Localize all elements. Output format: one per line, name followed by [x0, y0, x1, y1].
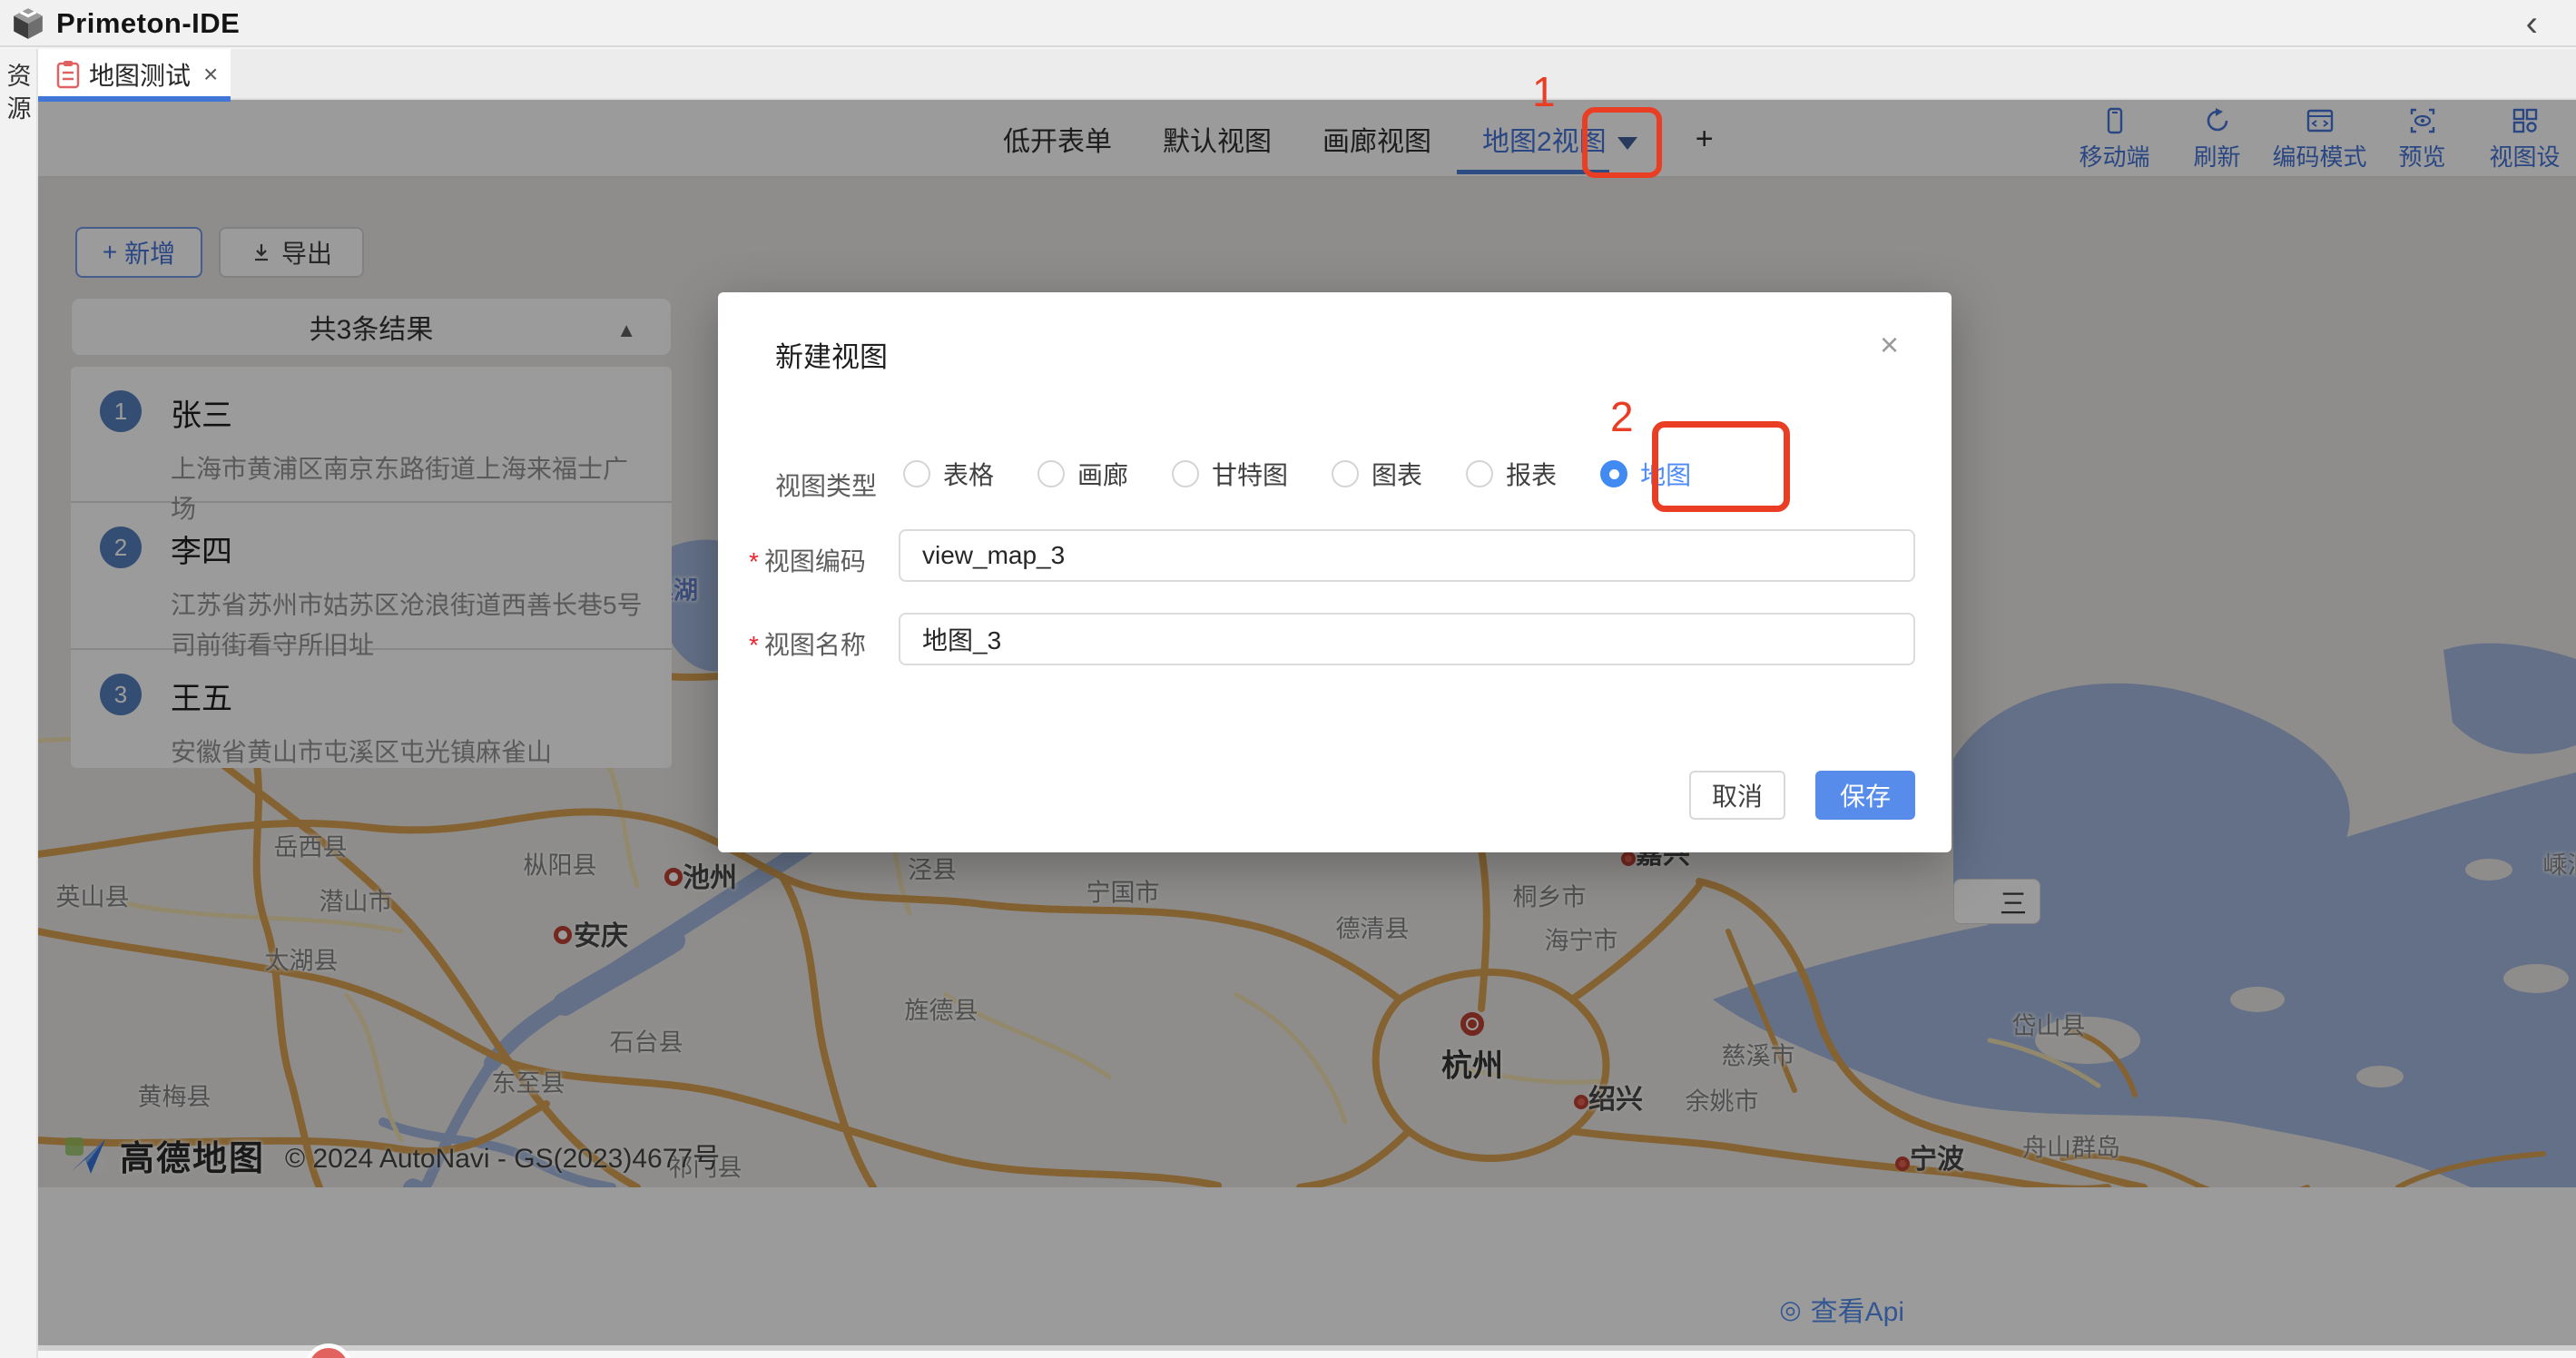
cancel-button[interactable]: 取消	[1689, 771, 1785, 820]
close-icon[interactable]: ×	[1880, 329, 1899, 361]
annotation-number-2: 2	[1610, 392, 1634, 441]
app-title: Primeton-IDE	[56, 7, 240, 40]
radio-table[interactable]: 表格	[903, 456, 994, 492]
resource-rail[interactable]: 资源	[0, 49, 38, 1358]
required-mark: *	[749, 547, 759, 576]
tab-close-icon[interactable]: ×	[203, 60, 218, 89]
app-logo-icon	[11, 6, 45, 41]
view-type-label: 视图类型	[775, 467, 877, 503]
radio-icon	[1332, 460, 1359, 487]
view-name-input[interactable]	[899, 613, 1915, 665]
radio-chart[interactable]: 图表	[1332, 456, 1422, 492]
radio-icon	[1037, 460, 1065, 487]
clipboard-icon	[56, 60, 80, 89]
view-code-input[interactable]	[899, 529, 1915, 582]
tab-title: 地图测试	[89, 56, 191, 93]
view-code-label: *视图编码	[749, 542, 866, 578]
dialog-title: 新建视图	[775, 334, 888, 375]
radio-icon	[1466, 460, 1493, 487]
save-button[interactable]: 保存	[1815, 771, 1915, 820]
radio-report[interactable]: 报表	[1466, 456, 1557, 492]
new-view-dialog: 新建视图 × 视图类型 表格 画廊 甘特图 图表 报表	[718, 292, 1952, 852]
radio-selected-icon	[1600, 460, 1627, 487]
view-type-radio-group: 表格 画廊 甘特图 图表 报表 地图	[903, 454, 1735, 494]
title-bar: Primeton-IDE ‹	[0, 0, 2576, 47]
resource-rail-label: 资源	[0, 60, 38, 125]
required-mark: *	[749, 631, 759, 659]
radio-gallery[interactable]: 画廊	[1037, 456, 1128, 492]
annotation-number-1: 1	[1532, 67, 1556, 116]
annotation-box-step1	[1582, 107, 1662, 178]
view-name-label: *视图名称	[749, 625, 866, 662]
radio-icon	[903, 460, 930, 487]
active-tab-underline	[38, 96, 231, 102]
document-tab-strip: 地图测试 ×	[38, 49, 2576, 100]
tab-map-test[interactable]: 地图测试 ×	[38, 49, 231, 100]
radio-gantt[interactable]: 甘特图	[1172, 456, 1288, 492]
bottom-edge	[0, 1351, 2576, 1358]
radio-icon	[1172, 460, 1199, 487]
annotation-box-step2	[1652, 421, 1790, 512]
collapse-chevron-icon[interactable]: ‹	[2526, 4, 2538, 44]
app-window: Primeton-IDE ‹ 资源 地图测试 ×	[0, 0, 2576, 1358]
